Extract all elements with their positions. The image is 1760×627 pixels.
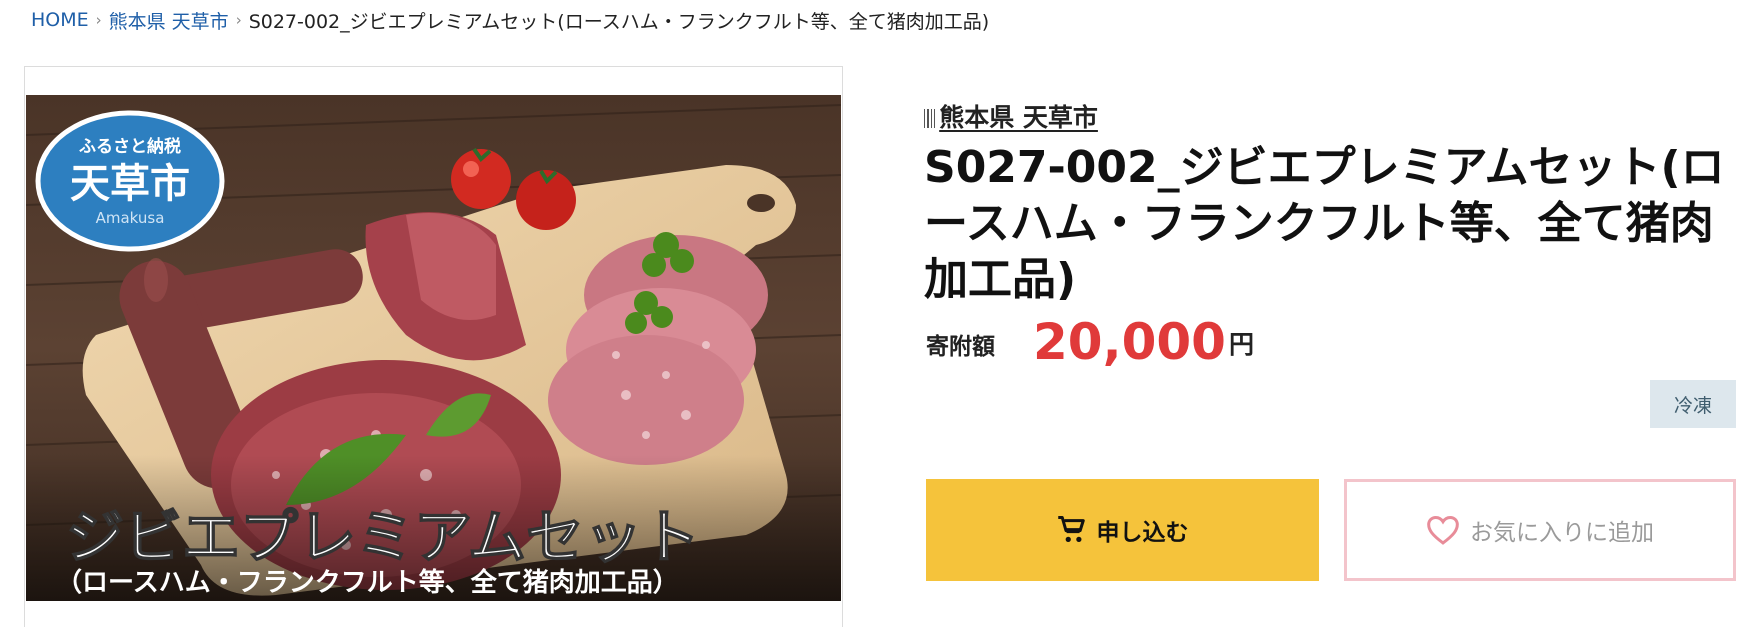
amakusa-logo: ふるさと納税 天草市 Amakusa [35, 110, 225, 252]
apply-button[interactable]: 申し込む [926, 479, 1319, 581]
price-unit: 円 [1228, 330, 1254, 359]
add-to-favorites-button[interactable]: お気に入りに追加 [1344, 479, 1736, 581]
breadcrumb: HOME › 熊本県 天草市 › S027-002_ジビエプレミアムセット(ロー… [31, 6, 989, 34]
product-image[interactable]: ふるさと納税 天草市 Amakusa ジビエプレミアムセット （ロースハム・フラ… [26, 95, 841, 601]
breadcrumb-home-link[interactable]: HOME [31, 9, 89, 31]
breadcrumb-current: S027-002_ジビエプレミアムセット(ロースハム・フランクフルト等、全て猪肉… [248, 10, 990, 33]
price-label: 寄附額 [926, 334, 995, 360]
favorite-button-label: お気に入りに追加 [1470, 520, 1654, 546]
logo-text-roman: Amakusa [96, 209, 165, 227]
logo-text-top: ふるさと納税 [79, 136, 181, 157]
heart-icon [1426, 515, 1460, 545]
product-photo: ふるさと納税 天草市 Amakusa ジビエプレミアムセット （ロースハム・フラ… [26, 95, 841, 601]
price-value: 20,000 [1033, 313, 1226, 371]
breadcrumb-separator: › [235, 11, 242, 29]
frozen-badge: 冷凍 [1650, 380, 1736, 428]
breadcrumb-municipality-link[interactable]: 熊本県 天草市 [109, 7, 229, 34]
product-image-panel: ふるさと納税 天草市 Amakusa ジビエプレミアムセット （ロースハム・フラ… [24, 66, 843, 627]
logo-text-city: 天草市 [70, 161, 190, 207]
cart-icon [1057, 515, 1087, 545]
image-caption-sub: （ロースハム・フランクフルト等、全て猪肉加工品） [56, 567, 679, 598]
image-caption-main: ジビエプレミアムセット [66, 503, 700, 571]
breadcrumb-separator: › [95, 11, 102, 29]
product-title: S027-002_ジビエプレミアムセット(ロースハム・フランクフルト等、全て猪肉… [924, 142, 1725, 305]
municipality-link[interactable]: 熊本県 天草市 [924, 100, 1098, 134]
donation-amount: 寄附額 20,000 円 [926, 315, 1254, 367]
apply-button-label: 申し込む [1096, 520, 1189, 546]
municipality-label: 熊本県 天草市 [939, 103, 1098, 132]
municipality-mark-icon [924, 109, 936, 128]
